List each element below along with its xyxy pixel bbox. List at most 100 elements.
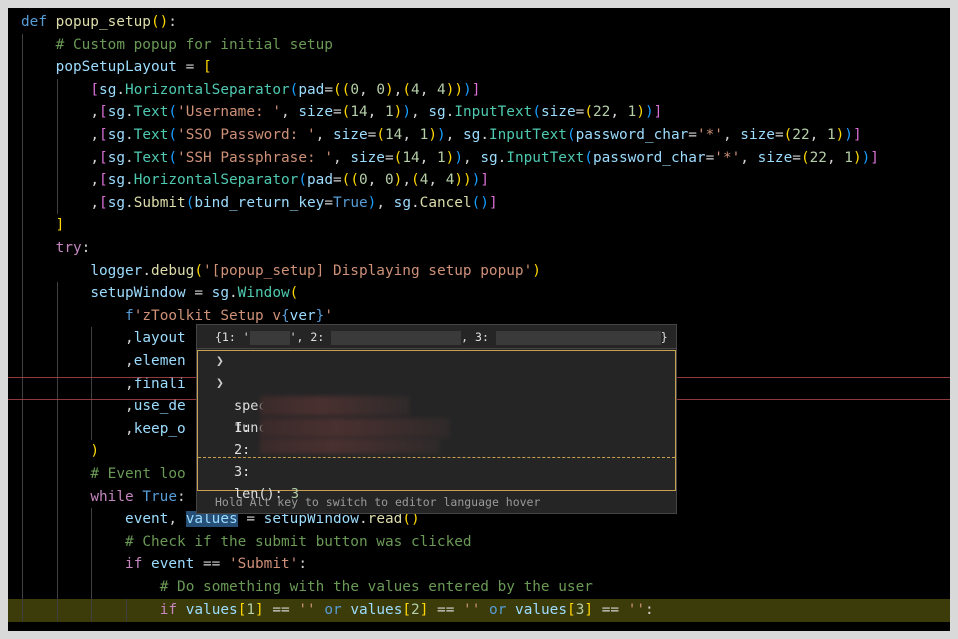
code-text: ,[sg.Text('SSO Password: ', size=(14, 1)… <box>90 124 861 147</box>
code-line[interactable]: setupWindow = sg.Window( <box>8 282 950 305</box>
code-text: ,layout <box>125 327 186 350</box>
code-line[interactable]: # Do something with the values entered b… <box>8 576 950 599</box>
code-token: . <box>125 149 134 166</box>
code-token: ( <box>298 172 307 189</box>
code-token: ) <box>844 127 853 143</box>
code-token: size <box>540 104 576 121</box>
code-line[interactable]: ,[sg.Text('SSH Passphrase: ', size=(14, … <box>8 147 950 170</box>
code-line[interactable]: # Custom popup for initial setup <box>8 34 950 57</box>
code-token: , <box>419 149 437 166</box>
code-token: ) <box>90 443 100 460</box>
code-token: , <box>90 172 100 189</box>
code-token: 'Username: ' <box>177 104 281 121</box>
redacted-value <box>260 438 440 454</box>
code-token: ) <box>852 149 862 166</box>
code-token: 1 <box>384 104 394 121</box>
code-token: , <box>826 149 845 166</box>
code-line[interactable]: logger.debug('[popup_setup] Displaying s… <box>8 260 950 283</box>
code-token: 'zToolkit Setup v <box>133 307 281 324</box>
code-line[interactable]: ,[sg.Text('Username: ', size=(14, 1)), s… <box>8 101 950 124</box>
code-line[interactable]: if event == 'Submit': <box>8 553 950 576</box>
code-token: sg <box>99 81 117 98</box>
tree-item-2[interactable]: 2: <box>198 417 675 458</box>
code-token: , <box>411 104 429 121</box>
code-token: debug <box>151 262 195 279</box>
code-token: , <box>90 127 100 143</box>
code-token: ( <box>168 104 178 121</box>
tree-item-len[interactable]: len(): 3 <box>198 461 675 502</box>
code-token: Text <box>133 127 169 143</box>
chevron-right-icon[interactable]: ❯ <box>216 351 224 373</box>
code-line[interactable]: ,[sg.Text('SSO Password: ', size=(14, 1)… <box>8 124 950 147</box>
code-line[interactable]: ,[sg.Submit(bind_return_key=True), sg.Ca… <box>8 192 950 215</box>
code-token: , <box>125 398 134 415</box>
code-token: . <box>410 194 420 211</box>
code-token: , <box>402 172 412 189</box>
code-token: ) <box>861 149 871 166</box>
redacted-value <box>260 396 410 416</box>
code-token: ( <box>376 127 385 143</box>
code-token: 0 <box>359 172 368 189</box>
code-token: , <box>90 104 100 121</box>
code-token: 'SSO Password: ' <box>177 127 316 143</box>
code-token: ( <box>411 172 420 189</box>
code-token: )) <box>454 172 472 189</box>
code-token: Window <box>237 285 290 302</box>
code-token: sg <box>107 172 126 189</box>
code-token: ) <box>835 127 845 143</box>
code-token: , <box>125 420 134 437</box>
summary-part-4: } <box>660 330 668 344</box>
code-token: [ <box>402 601 412 618</box>
code-token: . <box>480 127 489 143</box>
code-token: if <box>125 556 152 573</box>
code-line[interactable]: def popup_setup(): <box>8 11 950 34</box>
code-token: [ <box>90 81 100 98</box>
code-token: , <box>462 149 481 166</box>
code-line[interactable]: ,[sg.HorizontalSeparator(pad=((0, 0),(4,… <box>8 169 950 192</box>
code-token: == <box>194 556 230 573</box>
code-token: [ <box>99 172 108 189</box>
code-editor[interactable]: def popup_setup(): # Custom popup for ini… <box>8 8 950 631</box>
code-token: ( <box>402 81 412 98</box>
code-token: 1 <box>826 127 836 143</box>
code-token: 22 <box>792 127 810 143</box>
code-text: # Do something with the values entered b… <box>160 576 593 599</box>
code-token: , <box>168 511 186 528</box>
code-text: ,[sg.Submit(bind_return_key=True), sg.Ca… <box>90 192 497 215</box>
code-token: values <box>185 601 238 618</box>
code-line[interactable]: ] <box>8 214 950 237</box>
code-line[interactable]: [sg.HorizontalSeparator(pad=((0, 0),(4, … <box>8 79 950 102</box>
code-token: , <box>428 172 446 189</box>
code-line[interactable]: if values[1] == '' or values[2] == '' or… <box>8 598 950 622</box>
code-line[interactable]: try: <box>8 237 950 260</box>
chevron-right-icon[interactable]: ❯ <box>216 373 224 395</box>
code-token: , <box>125 330 134 347</box>
code-token: size <box>298 104 333 121</box>
code-token: '*' <box>714 149 741 166</box>
code-token: InputText <box>488 127 567 143</box>
tree-item-special-variables[interactable]: ❯ special variables <box>198 351 675 414</box>
code-token: 22 <box>592 104 611 121</box>
code-token: ver <box>289 307 316 324</box>
code-token: event <box>125 511 169 528</box>
code-token: InputText <box>454 104 533 121</box>
code-token: = <box>185 285 212 302</box>
variable-tree[interactable]: ❯ special variables ❯ function variables… <box>197 350 676 502</box>
tree-item-function-variables[interactable]: ❯ function variables <box>198 373 675 436</box>
code-token: . <box>125 194 134 211</box>
code-token: Submit <box>133 194 186 211</box>
code-token: ] <box>852 127 862 143</box>
code-line[interactable]: # Check if the submit button was clicked <box>8 531 950 554</box>
code-token: [ <box>99 149 108 166</box>
code-token: 22 <box>809 149 827 166</box>
debug-hover-widget[interactable]: {1: ' ', 2: , 3: } ❯ special variables ❯ … <box>196 324 677 514</box>
code-token: or <box>324 601 351 618</box>
code-text: ) <box>90 440 99 463</box>
tree-item-1[interactable]: 1: <box>198 395 675 436</box>
code-token: ( <box>800 149 810 166</box>
code-token: use_de <box>133 398 186 415</box>
code-line[interactable]: popSetupLayout = [ <box>8 56 950 79</box>
code-text: ,keep_o <box>125 418 186 441</box>
code-token: keep_o <box>133 420 186 437</box>
code-token: = <box>792 149 801 166</box>
